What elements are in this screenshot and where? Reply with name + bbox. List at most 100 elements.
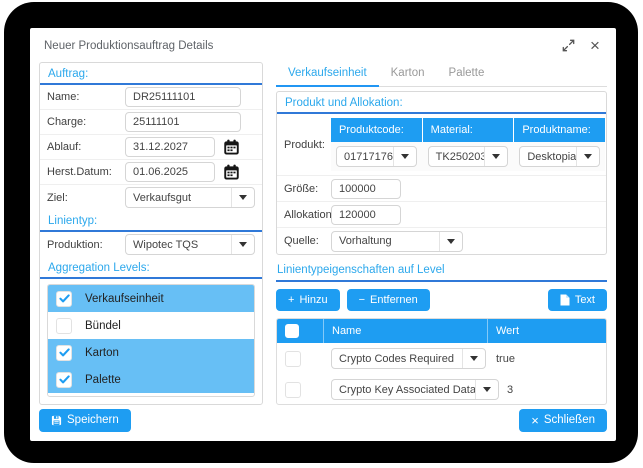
aggregation-listbox: Verkaufseinheit Bündel Karton Palette xyxy=(47,284,255,397)
produktion-dropdown[interactable]: Wipotec TQS xyxy=(125,234,255,255)
save-button[interactable]: Speichern xyxy=(39,409,131,432)
herstdatum-label: Herst.Datum: xyxy=(47,166,125,178)
ziel-label: Ziel: xyxy=(47,192,125,204)
properties-grid-header: Name Wert xyxy=(277,319,606,343)
save-icon xyxy=(51,415,62,426)
x-icon: × xyxy=(531,413,539,428)
herstdatum-date-input[interactable] xyxy=(125,162,215,182)
property-row: Crypto Codes Required true xyxy=(277,343,606,374)
ablauf-row: Ablauf: xyxy=(40,135,262,160)
produkt-allokation-header: Produkt und Allokation: xyxy=(277,92,606,114)
allokation-row: Allokation: xyxy=(277,202,606,228)
aggregation-item-verkaufseinheit[interactable]: Verkaufseinheit xyxy=(48,285,254,312)
aggregation-section-header: Aggregation Levels: xyxy=(40,257,262,279)
checkbox-unchecked[interactable] xyxy=(56,318,72,334)
produkt-table-values: 017171769869 TK25020301 xyxy=(331,142,605,171)
property-name-dropdown[interactable]: Crypto Codes Required xyxy=(331,348,486,369)
charge-row: Charge: xyxy=(40,110,262,135)
close-button-label: Schließen xyxy=(544,414,595,426)
tab-palette[interactable]: Palette xyxy=(437,62,497,87)
right-column: Verkaufseinheit Karton Palette Produkt u… xyxy=(276,62,607,405)
checkbox-checked[interactable] xyxy=(56,345,72,361)
text-button-label: Text xyxy=(575,294,595,306)
chevron-down-icon xyxy=(231,235,254,254)
property-name-dropdown[interactable]: Crypto Key Associated Data ID () xyxy=(331,379,499,400)
herstdatum-calendar-icon[interactable] xyxy=(221,162,241,182)
aggregation-item-label: Karton xyxy=(85,347,119,359)
close-icon[interactable]: × xyxy=(588,39,602,53)
property-wert-value: 3 xyxy=(499,384,607,396)
aggregation-item-palette[interactable]: Palette xyxy=(48,366,254,393)
produktname-column-header: Produktname: xyxy=(514,118,605,142)
auftrag-panel: Auftrag: Name: Charge: Ablauf: xyxy=(39,62,263,405)
produktcode-dropdown[interactable]: 017171769869 xyxy=(336,146,417,167)
properties-grid: Name Wert Crypto Codes Required true xyxy=(276,318,607,405)
add-button-label: Hinzu xyxy=(299,294,327,306)
select-all-checkbox[interactable] xyxy=(285,324,299,338)
produkt-allokation-panel: Produkt und Allokation: Produkt: Produkt… xyxy=(276,91,607,255)
property-name-value: Crypto Codes Required xyxy=(332,353,462,365)
groesse-row: Größe: xyxy=(277,176,606,202)
minus-icon: − xyxy=(359,294,365,306)
produktion-value: Wipotec TQS xyxy=(126,239,231,251)
aggregation-item-karton[interactable]: Karton xyxy=(48,339,254,366)
ablauf-calendar-icon[interactable] xyxy=(221,137,241,157)
produktionsauftrag-dialog: Neuer Produktionsauftrag Details × Auftr… xyxy=(30,28,616,441)
produktname-dropdown[interactable]: Desktopia Rus xyxy=(519,146,600,167)
ablauf-date-input[interactable] xyxy=(125,137,215,157)
produktion-row: Produktion: Wipotec TQS xyxy=(40,232,262,257)
name-label: Name: xyxy=(47,91,125,103)
material-dropdown[interactable]: TK25020301 xyxy=(428,146,509,167)
produktcode-column-header: Produktcode: xyxy=(331,118,422,142)
chevron-down-icon xyxy=(439,232,462,251)
produkt-table: Produktcode: Material: Produktname: 0171… xyxy=(331,118,605,171)
produktion-label: Produktion: xyxy=(47,239,125,251)
remove-button-label: Entfernen xyxy=(370,294,418,306)
tab-karton[interactable]: Karton xyxy=(379,62,437,87)
quelle-dropdown[interactable]: Vorhaltung xyxy=(331,231,463,252)
auftrag-section-header: Auftrag: xyxy=(40,63,262,85)
quelle-value: Vorhaltung xyxy=(332,235,439,247)
property-row: Crypto Key Associated Data ID () 3 xyxy=(277,374,606,405)
checkbox-checked[interactable] xyxy=(56,291,72,307)
produkt-row: Produkt: Produktcode: Material: Produktn… xyxy=(277,114,606,176)
chevron-down-icon xyxy=(393,147,416,166)
ziel-value: Verkaufsgut xyxy=(126,192,231,204)
charge-input[interactable] xyxy=(125,112,241,132)
chevron-down-icon xyxy=(576,147,599,166)
allokation-input[interactable] xyxy=(331,205,401,225)
groesse-label: Größe: xyxy=(284,183,331,195)
close-button[interactable]: × Schließen xyxy=(519,409,607,432)
add-button[interactable]: + Hinzu xyxy=(276,289,340,311)
aggregation-item-buendel[interactable]: Bündel xyxy=(48,312,254,339)
checkbox-checked[interactable] xyxy=(56,372,72,388)
linientyp-section-header: Linientyp: xyxy=(40,210,262,232)
aggregation-item-label: Verkaufseinheit xyxy=(85,293,164,305)
row-checkbox[interactable] xyxy=(285,382,301,398)
herstdatum-row: Herst.Datum: xyxy=(40,160,262,185)
properties-toolbar: + Hinzu − Entfernen Text xyxy=(276,289,607,311)
ablauf-label: Ablauf: xyxy=(47,141,125,153)
text-button[interactable]: Text xyxy=(548,289,607,311)
dialog-title: Neuer Produktionsauftrag Details xyxy=(44,40,561,52)
ziel-dropdown[interactable]: Verkaufsgut xyxy=(125,187,255,208)
tab-verkaufseinheit[interactable]: Verkaufseinheit xyxy=(276,62,379,87)
left-column: Auftrag: Name: Charge: Ablauf: xyxy=(39,62,263,405)
wert-column-header: Wert xyxy=(488,325,606,337)
chevron-down-icon xyxy=(462,349,485,368)
name-input[interactable] xyxy=(125,87,241,107)
allokation-label: Allokation: xyxy=(284,209,331,221)
expand-icon[interactable] xyxy=(561,39,575,53)
dialog-titlebar: Neuer Produktionsauftrag Details × xyxy=(30,28,616,59)
name-column-header: Name xyxy=(324,325,487,337)
row-checkbox[interactable] xyxy=(285,351,301,367)
groesse-input[interactable] xyxy=(331,179,401,199)
chevron-down-icon xyxy=(475,380,498,399)
produktname-value: Desktopia Rus xyxy=(520,151,576,163)
quelle-label: Quelle: xyxy=(284,235,331,247)
remove-button[interactable]: − Entfernen xyxy=(347,289,430,311)
quelle-row: Quelle: Vorhaltung xyxy=(277,228,606,254)
plus-icon: + xyxy=(288,294,294,306)
dialog-footer: Speichern × Schließen xyxy=(30,405,616,441)
chevron-down-icon xyxy=(231,188,254,207)
